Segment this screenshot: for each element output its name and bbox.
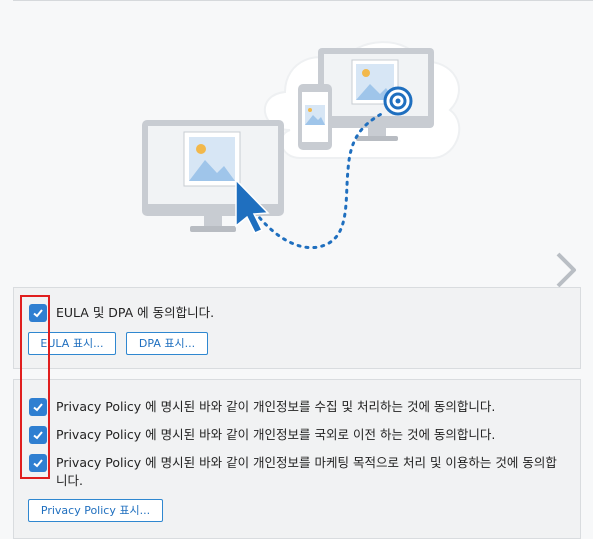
- checkmark-icon: [33, 309, 43, 318]
- local-monitor: [142, 120, 284, 232]
- target-icon: [383, 86, 413, 116]
- privacy-consent-row: Privacy Policy 에 명시된 바와 같이 개인정보를 국외로 이전 …: [29, 426, 495, 444]
- privacy-marketing-checkbox[interactable]: [29, 454, 47, 472]
- privacy-collect-checkbox[interactable]: [29, 398, 47, 416]
- phone-device: [298, 84, 332, 150]
- privacy-consent-row: Privacy Policy 에 명시된 바와 같이 개인정보를 마케팅 목적으…: [29, 454, 561, 490]
- eula-checkbox[interactable]: [29, 304, 47, 322]
- show-eula-button[interactable]: EULA 표시...: [28, 332, 116, 355]
- eula-panel: EULA 및 DPA 에 동의합니다. EULA 표시... DPA 표시...: [13, 287, 581, 369]
- privacy-collect-label: Privacy Policy 에 명시된 바와 같이 개인정보를 수집 및 처리…: [56, 399, 496, 414]
- eula-consent-label: EULA 및 DPA 에 동의합니다.: [56, 305, 215, 320]
- privacy-transfer-checkbox[interactable]: [29, 426, 47, 444]
- privacy-marketing-label: Privacy Policy 에 명시된 바와 같이 개인정보를 마케팅 목적으…: [56, 455, 557, 488]
- remote-connection-illustration: [142, 41, 461, 250]
- chevron-right-icon[interactable]: [551, 250, 581, 290]
- checkmark-icon: [33, 403, 43, 412]
- privacy-panel: Privacy Policy 에 명시된 바와 같이 개인정보를 수집 및 처리…: [13, 379, 581, 539]
- privacy-consent-row: Privacy Policy 에 명시된 바와 같이 개인정보를 수집 및 처리…: [29, 398, 495, 416]
- show-dpa-button[interactable]: DPA 표시...: [126, 332, 208, 355]
- eula-consent-row: EULA 및 DPA 에 동의합니다.: [29, 304, 214, 322]
- remote-monitor: [318, 48, 434, 141]
- show-privacy-policy-button[interactable]: Privacy Policy 표시...: [28, 499, 163, 522]
- checkmark-icon: [33, 431, 43, 440]
- checkmark-icon: [33, 459, 43, 468]
- privacy-transfer-label: Privacy Policy 에 명시된 바와 같이 개인정보를 국외로 이전 …: [56, 427, 496, 442]
